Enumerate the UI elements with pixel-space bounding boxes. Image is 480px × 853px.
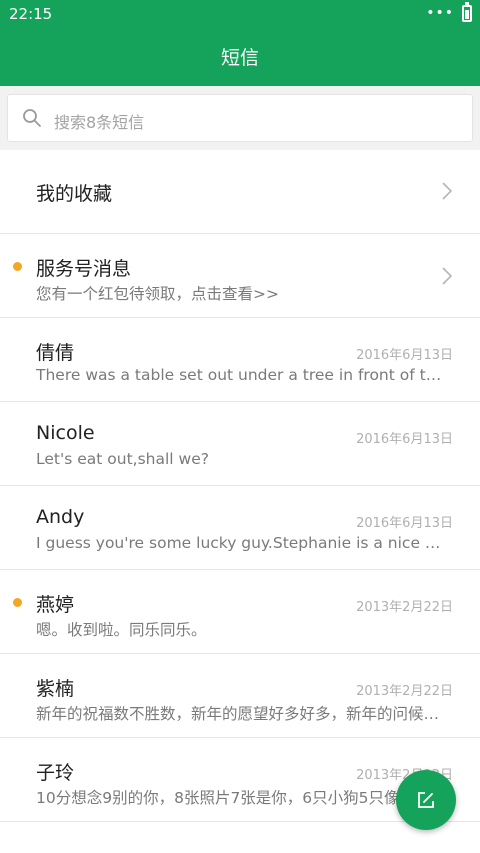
page-title: 短信 <box>220 47 259 69</box>
contact-name: 倩倩 <box>36 342 75 364</box>
message-preview: 10分想念9别的你，8张照片7张是你，6只小狗5只像你 <box>36 789 416 807</box>
row-preview: 您有一个红包待领取，点击查看>> <box>36 285 279 303</box>
conversation-row[interactable]: 倩倩 2016年6月13日 There was a table set out … <box>0 318 480 402</box>
compose-icon <box>418 792 434 808</box>
contact-name: 燕婷 <box>36 594 75 616</box>
conversation-row[interactable]: Nicole 2016年6月13日 Let's eat out,shall we… <box>0 402 480 486</box>
message-preview: I guess you're some lucky guy.Stephanie … <box>36 534 450 552</box>
status-time: 22:15 <box>9 5 53 23</box>
search-placeholder: 搜索8条短信 <box>54 113 145 132</box>
message-date: 2016年6月13日 <box>356 348 453 363</box>
message-preview: There was a table set out under a tree i… <box>36 366 450 384</box>
conversation-row[interactable]: Andy 2016年6月13日 I guess you're some luck… <box>0 486 480 570</box>
message-date: 2016年6月13日 <box>356 432 453 447</box>
contact-name: 子玲 <box>36 762 75 784</box>
compose-button[interactable] <box>396 770 456 830</box>
unread-dot <box>13 262 22 271</box>
row-title: 服务号消息 <box>36 258 132 280</box>
message-date: 2013年2月22日 <box>356 684 453 699</box>
service-messages-row[interactable]: 服务号消息 您有一个红包待领取，点击查看>> <box>0 234 480 318</box>
conversation-row[interactable]: 燕婷 2013年2月22日 嗯。收到啦。同乐同乐。 <box>0 570 480 654</box>
message-preview: 嗯。收到啦。同乐同乐。 <box>36 621 207 639</box>
chevron-right-icon <box>442 182 452 200</box>
favorites-row[interactable]: 我的收藏 <box>0 150 480 234</box>
message-preview: Let's eat out,shall we? <box>36 450 209 468</box>
search-input[interactable]: 搜索8条短信 <box>7 94 473 142</box>
conversation-row[interactable]: 紫楠 2013年2月22日 新年的祝福数不胜数，新年的愿望好多好多，新年的问候送… <box>0 654 480 738</box>
message-date: 2013年2月22日 <box>356 600 453 615</box>
conversation-list: 我的收藏 服务号消息 您有一个红包待领取，点击查看>> 倩倩 2016年6月13… <box>0 150 480 822</box>
battery-charging-icon <box>462 1 472 22</box>
favorites-label: 我的收藏 <box>36 183 113 205</box>
chevron-right-icon <box>442 267 452 285</box>
message-preview: 新年的祝福数不胜数，新年的愿望好多好多，新年的问候送给你 <box>36 705 450 723</box>
contact-name: Andy <box>36 506 85 528</box>
unread-dot <box>13 598 22 607</box>
message-date: 2016年6月13日 <box>356 516 453 531</box>
status-icons: ••• <box>426 1 472 22</box>
search-area: 搜索8条短信 <box>0 86 480 150</box>
notification-dots-icon: ••• <box>426 5 454 21</box>
contact-name: 紫楠 <box>36 678 75 700</box>
app-bar: 22:15 ••• 短信 <box>0 0 480 86</box>
search-icon <box>23 109 41 127</box>
contact-name: Nicole <box>36 422 95 444</box>
